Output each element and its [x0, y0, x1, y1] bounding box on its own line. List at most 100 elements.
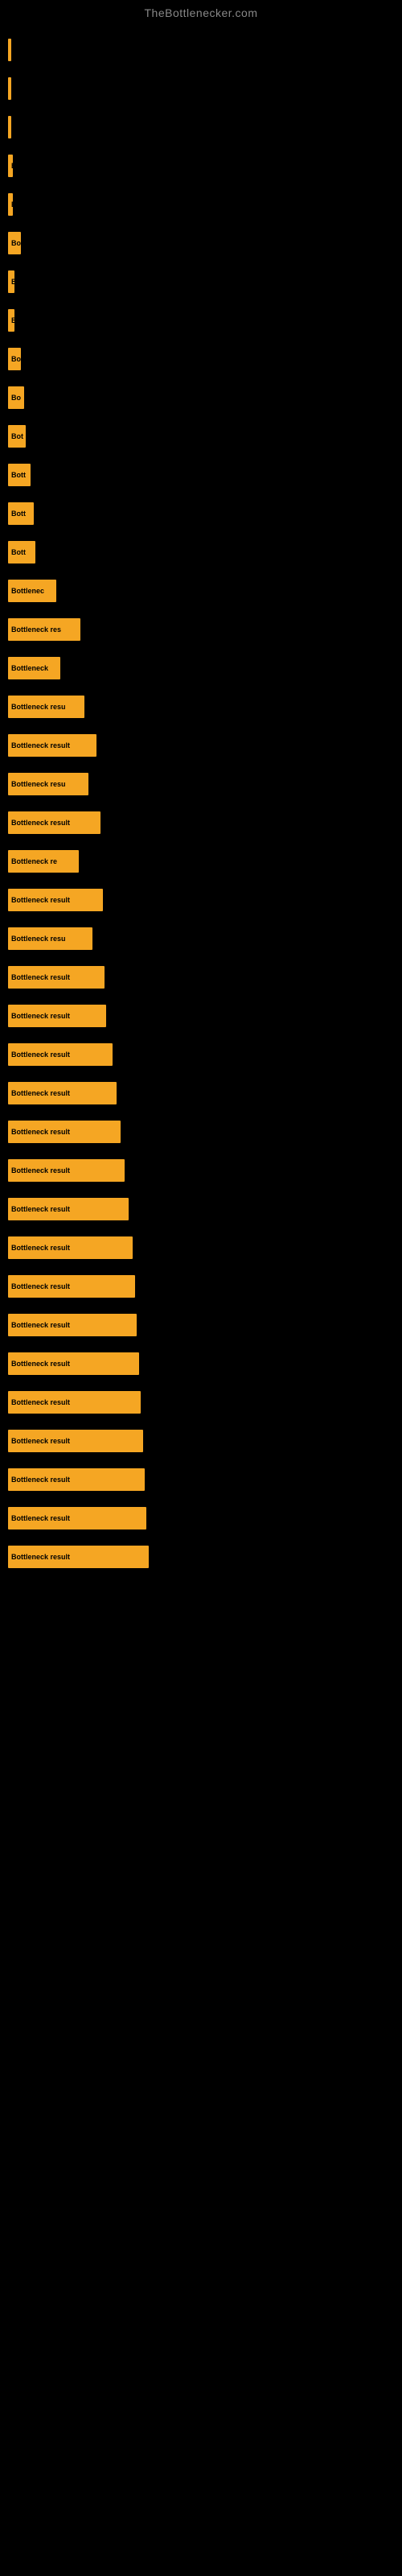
bar-8: B: [8, 309, 14, 332]
site-title: TheBottlenecker.com: [0, 0, 402, 23]
bars-container: E B E Bo B B Bo Bo Bot Bott Bott Bott Bottlenec Bottl…: [0, 23, 402, 1584]
bar-40: Bottleneck result: [8, 1546, 149, 1568]
bar-label-16: Bottleneck res: [11, 625, 61, 634]
bar-label-31: Bottleneck result: [11, 1205, 70, 1213]
bar-31: Bottleneck result: [8, 1198, 129, 1220]
bar-37: Bottleneck result: [8, 1430, 143, 1452]
bar-label-29: Bottleneck result: [11, 1128, 70, 1136]
bar-24: Bottleneck resu: [8, 927, 92, 950]
bar-label-24: Bottleneck resu: [11, 935, 66, 943]
bar-row: Bottleneck result: [0, 1538, 402, 1576]
bar-row: Bottleneck result: [0, 1074, 402, 1113]
bar-16: Bottleneck res: [8, 618, 80, 641]
bar-label-40: Bottleneck result: [11, 1553, 70, 1561]
bar-row: Bottleneck result: [0, 1113, 402, 1151]
bar-1: [8, 39, 11, 61]
bar-22: Bottleneck re: [8, 850, 79, 873]
bar-10: Bo: [8, 386, 24, 409]
bar-9: Bo: [8, 348, 21, 370]
bar-row: Bottleneck result: [0, 881, 402, 919]
bar-29: Bottleneck result: [8, 1121, 121, 1143]
bar-20: Bottleneck resu: [8, 773, 88, 795]
bar-row: E: [0, 185, 402, 224]
bar-label-12: Bott: [11, 471, 26, 479]
bar-row: Bottleneck result: [0, 1151, 402, 1190]
bar-row: Bottleneck result: [0, 1422, 402, 1460]
bar-row: [0, 69, 402, 108]
bar-5: E: [8, 193, 13, 216]
bar-label-11: Bot: [11, 432, 23, 440]
bar-row: Bottleneck result: [0, 1306, 402, 1344]
bar-label-34: Bottleneck result: [11, 1321, 70, 1329]
bar-label-13: Bott: [11, 510, 26, 518]
bar-row: Bott: [0, 533, 402, 572]
bar-label-20: Bottleneck resu: [11, 780, 66, 788]
bar-row: Bottleneck resu: [0, 687, 402, 726]
bar-33: Bottleneck result: [8, 1275, 135, 1298]
bar-28: Bottleneck result: [8, 1082, 117, 1104]
bar-11: Bot: [8, 425, 26, 448]
bar-row: B: [0, 147, 402, 185]
bar-row: Bottleneck re: [0, 842, 402, 881]
bar-38: Bottleneck result: [8, 1468, 145, 1491]
bar-26: Bottleneck result: [8, 1005, 106, 1027]
bar-row: Bottleneck result: [0, 997, 402, 1035]
bar-36: Bottleneck result: [8, 1391, 141, 1414]
bar-row: B: [0, 262, 402, 301]
bar-label-10: Bo: [11, 394, 21, 402]
bar-30: Bottleneck result: [8, 1159, 125, 1182]
bar-23: Bottleneck result: [8, 889, 103, 911]
bar-row: Bo: [0, 224, 402, 262]
bar-row: Bottleneck result: [0, 1383, 402, 1422]
bar-14: Bott: [8, 541, 35, 564]
bar-27: Bottleneck result: [8, 1043, 113, 1066]
bar-label-6: Bo: [11, 239, 21, 247]
bar-19: Bottleneck result: [8, 734, 96, 757]
bar-label-30: Bottleneck result: [11, 1166, 70, 1174]
bar-label-5: E: [11, 200, 13, 208]
bar-row: Bottleneck result: [0, 1267, 402, 1306]
bar-label-17: Bottleneck: [11, 664, 48, 672]
bar-label-7: B: [11, 278, 14, 286]
bar-row: Bottleneck: [0, 649, 402, 687]
bar-label-4: B: [11, 162, 13, 170]
bar-label-32: Bottleneck result: [11, 1244, 70, 1252]
bar-row: Bo: [0, 378, 402, 417]
bar-label-27: Bottleneck result: [11, 1051, 70, 1059]
bar-6: Bo: [8, 232, 21, 254]
bar-2: [8, 77, 11, 100]
bar-3: E: [8, 116, 11, 138]
bar-row: Bottleneck result: [0, 1344, 402, 1383]
bar-row: Bottleneck result: [0, 803, 402, 842]
bar-row: Bottleneck result: [0, 958, 402, 997]
bar-row: Bottleneck resu: [0, 919, 402, 958]
bar-label-35: Bottleneck result: [11, 1360, 70, 1368]
bar-39: Bottleneck result: [8, 1507, 146, 1530]
bar-row: B: [0, 301, 402, 340]
bar-label-28: Bottleneck result: [11, 1089, 70, 1097]
bar-label-8: B: [11, 316, 14, 324]
bar-32: Bottleneck result: [8, 1236, 133, 1259]
bar-row: Bott: [0, 494, 402, 533]
bar-12: Bott: [8, 464, 31, 486]
bar-row: Bottleneck result: [0, 1035, 402, 1074]
bar-label-25: Bottleneck result: [11, 973, 70, 981]
bar-25: Bottleneck result: [8, 966, 105, 989]
bar-4: B: [8, 155, 13, 177]
bar-label-14: Bott: [11, 548, 26, 556]
bar-row: Bottleneck result: [0, 1460, 402, 1499]
bar-row: Bottleneck result: [0, 1228, 402, 1267]
bar-label-38: Bottleneck result: [11, 1476, 70, 1484]
bar-label-22: Bottleneck re: [11, 857, 57, 865]
bar-label-15: Bottlenec: [11, 587, 44, 595]
bar-34: Bottleneck result: [8, 1314, 137, 1336]
bar-label-39: Bottleneck result: [11, 1514, 70, 1522]
bar-row: [0, 31, 402, 69]
bar-label-26: Bottleneck result: [11, 1012, 70, 1020]
bar-row: Bottleneck res: [0, 610, 402, 649]
bar-18: Bottleneck resu: [8, 696, 84, 718]
bar-row: Bo: [0, 340, 402, 378]
bar-label-37: Bottleneck result: [11, 1437, 70, 1445]
bar-row: E: [0, 108, 402, 147]
bar-label-36: Bottleneck result: [11, 1398, 70, 1406]
